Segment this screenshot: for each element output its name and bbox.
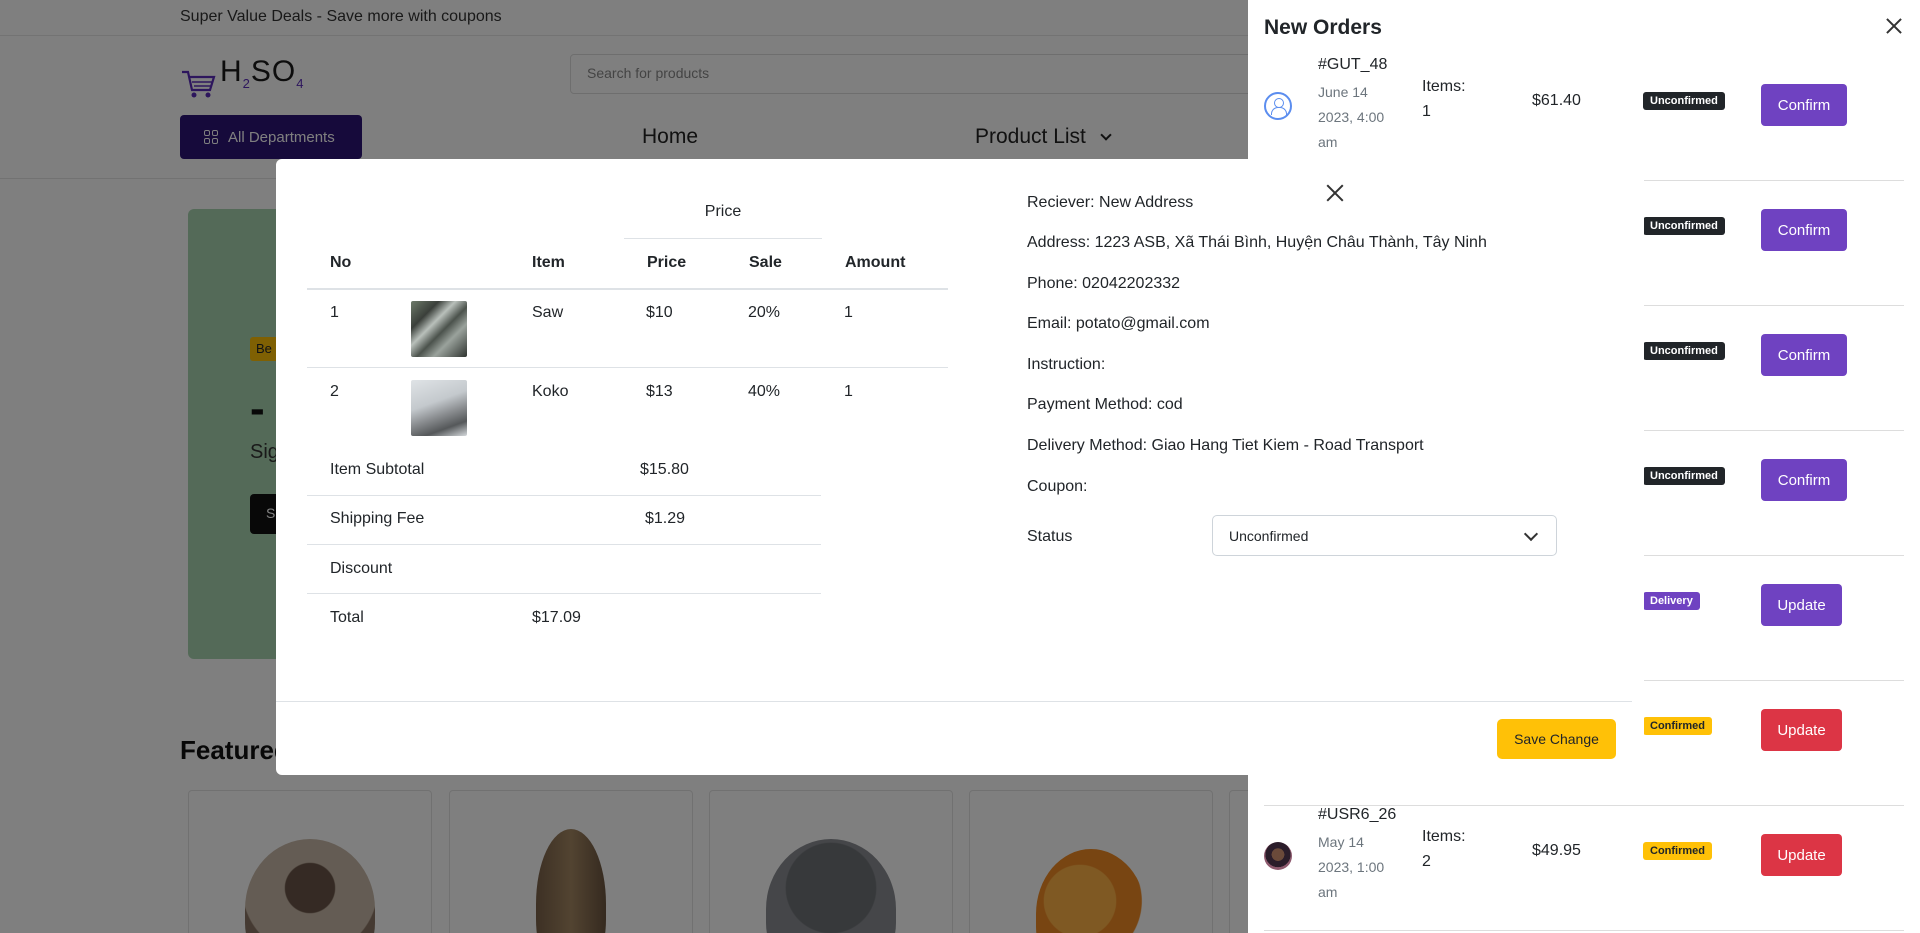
update-button[interactable]: Update xyxy=(1761,709,1842,751)
column-header-price: Price xyxy=(647,254,687,271)
row-no: 2 xyxy=(330,383,339,400)
product-thumbnail xyxy=(411,301,467,357)
order-items-count: 2 xyxy=(1422,853,1431,870)
row-sale: 20% xyxy=(748,304,781,321)
confirm-button[interactable]: Confirm xyxy=(1761,334,1847,376)
row-item: Saw xyxy=(532,304,564,321)
row-item: Koko xyxy=(532,383,569,400)
order-items: Items: 1 xyxy=(1422,74,1466,124)
order-id: #USR6_26 xyxy=(1318,806,1397,823)
save-change-button[interactable]: Save Change xyxy=(1497,719,1616,759)
update-button[interactable]: Update xyxy=(1761,834,1842,876)
order-items-count: 1 xyxy=(1422,103,1431,120)
status-label: Status xyxy=(1027,528,1073,545)
user-avatar xyxy=(1264,842,1292,870)
confirm-button[interactable]: Confirm xyxy=(1761,209,1847,251)
order-date: May 14 2023, 1:00 am xyxy=(1318,834,1385,900)
row-sale: 40% xyxy=(748,383,781,400)
status-badge: Confirmed xyxy=(1643,717,1712,735)
shipping-label: Shipping Fee xyxy=(330,510,425,527)
price-group-header: Price xyxy=(624,203,822,239)
row-price: $10 xyxy=(646,304,673,321)
column-header-item: Item xyxy=(532,254,565,271)
confirm-button[interactable]: Confirm xyxy=(1761,84,1847,126)
column-header-sale: Sale xyxy=(749,254,782,271)
order-items: Items: 2 xyxy=(1422,824,1466,874)
row-amount: 1 xyxy=(844,383,853,400)
table-header-divider xyxy=(307,288,948,290)
delivery-method-text: Delivery Method: Giao Hang Tiet Kiem - R… xyxy=(1027,437,1424,454)
payment-method-text: Payment Method: cod xyxy=(1027,396,1183,413)
column-header-amount: Amount xyxy=(845,254,906,271)
discount-label: Discount xyxy=(330,560,393,577)
column-header-no: No xyxy=(330,254,352,271)
subtotal-value: $15.80 xyxy=(640,461,689,478)
row-amount: 1 xyxy=(844,304,853,321)
order-items-label: Items: xyxy=(1422,78,1466,95)
close-icon[interactable] xyxy=(1882,14,1906,38)
confirm-button[interactable]: Confirm xyxy=(1761,459,1847,501)
coupon-text: Coupon: xyxy=(1027,478,1088,495)
receiver-text: Reciever: New Address xyxy=(1027,194,1194,211)
status-select-value: Unconfirmed xyxy=(1229,528,1309,544)
modal-footer-divider xyxy=(276,701,1632,702)
product-thumbnail xyxy=(411,380,467,436)
summary-divider xyxy=(307,544,821,545)
order-date: June 14 2023, 4:00 am xyxy=(1318,84,1385,150)
chevron-down-icon xyxy=(1523,526,1539,542)
status-badge: Unconfirmed xyxy=(1643,342,1725,360)
row-price: $13 xyxy=(646,383,673,400)
close-icon[interactable] xyxy=(1325,183,1345,203)
row-divider xyxy=(307,367,948,368)
shipping-value: $1.29 xyxy=(645,510,686,527)
status-badge: Confirmed xyxy=(1643,842,1712,860)
email-text: Email: potato@gmail.com xyxy=(1027,315,1210,332)
user-avatar-icon xyxy=(1264,92,1292,120)
status-badge: Unconfirmed xyxy=(1643,467,1725,485)
instruction-text: Instruction: xyxy=(1027,356,1106,373)
order-total: $49.95 xyxy=(1532,842,1581,859)
update-button[interactable]: Update xyxy=(1761,584,1842,626)
order-total: $61.40 xyxy=(1532,92,1581,109)
status-badge: Unconfirmed xyxy=(1643,217,1725,235)
total-value: $17.09 xyxy=(532,609,581,626)
phone-text: Phone: 02042202332 xyxy=(1027,275,1181,292)
summary-divider xyxy=(307,495,821,496)
subtotal-label: Item Subtotal xyxy=(330,461,425,478)
order-id: #GUT_48 xyxy=(1318,56,1388,73)
row-no: 1 xyxy=(330,304,339,321)
total-label: Total xyxy=(330,609,364,626)
drawer-title: New Orders xyxy=(1264,16,1382,39)
status-select[interactable]: Unconfirmed xyxy=(1212,515,1557,556)
status-badge: Unconfirmed xyxy=(1643,92,1725,110)
status-badge: Delivery xyxy=(1643,592,1700,610)
address-text: Address: 1223 ASB, Xã Thái Bình, Huyện C… xyxy=(1027,234,1487,251)
list-item[interactable]: #USR6_26 May 14 2023, 1:00 am Items: 2 $… xyxy=(1264,806,1904,931)
order-items-label: Items: xyxy=(1422,828,1466,845)
summary-divider xyxy=(307,593,821,594)
